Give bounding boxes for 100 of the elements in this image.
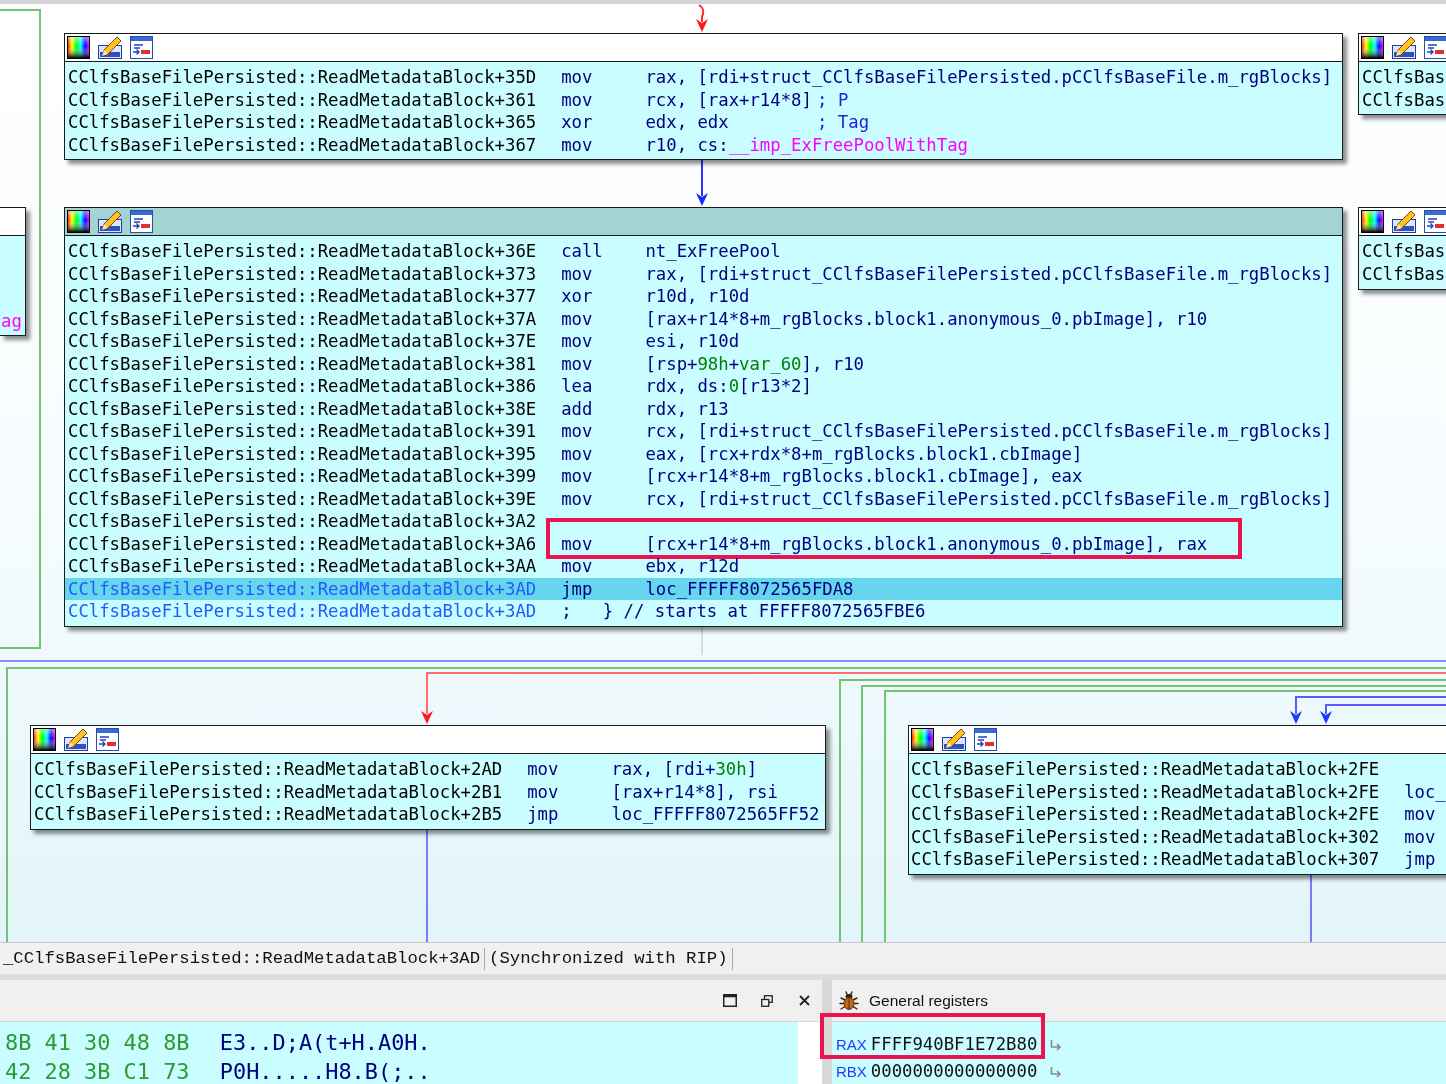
window-icon[interactable] [130, 36, 153, 59]
mnemonic-text: add [561, 398, 593, 419]
operand-text: eax, [rcx+rdx*8+m_rgBlocks.block1.cbImage] [645, 442, 1083, 465]
mnemonic-text: jmp [561, 578, 593, 599]
operand-text: esi, r10d [645, 330, 740, 353]
window-icon[interactable] [1424, 210, 1446, 233]
mnemonic-text: mov [1404, 826, 1436, 847]
register-name: RBX [836, 1061, 867, 1082]
palette-icon[interactable] [67, 36, 90, 59]
palette-icon[interactable] [1361, 210, 1384, 233]
address-text: CClfsBaseFilePersisted::ReadMetadataBlock+36E [68, 241, 537, 261]
operand-text: ebx, r12d [645, 555, 740, 578]
operand-text: nt_ExFreePool [645, 240, 781, 263]
mnemonic-text: mov [561, 443, 593, 464]
register-name: RAX [836, 1034, 867, 1055]
restore-icon [761, 994, 773, 1007]
address-text: CClfsBaseFilePersisted::ReadMetadataBlock+39E [68, 488, 537, 509]
mnemonic-text: xor [561, 112, 593, 132]
address-text: CClfsBaseFilePersisted::ReadMetadataBlock+307 [911, 849, 1380, 869]
maximize-icon [723, 994, 737, 1007]
address-text: CClfsBaseFilePersisted::ReadMetadataBlock+2AD [34, 759, 503, 779]
arrow-icon[interactable] [1049, 1038, 1063, 1052]
operand-text: loc_FFFFF8072565FF52 [611, 803, 820, 826]
mnemonic-text: mov [561, 67, 593, 87]
address-text: CClfsBas [1362, 66, 1446, 89]
mnemonic-text: lea [561, 376, 593, 396]
address-text: CClfsBaseFilePersisted::ReadMetadataBlock+395 [68, 443, 537, 464]
operand-text: rax, [rdi+30h] [611, 758, 758, 781]
operand-text: rcx, [rdi+struct_CClfsBaseFilePersisted.pCClfsBaseFile.m_rgBlocks] [645, 487, 1333, 510]
address-text: CClfsBaseFilePersisted::ReadMetadataBlock+373 [68, 263, 537, 284]
pencil-icon[interactable] [1392, 210, 1416, 233]
address-text: CClfsBaseFilePersisted::ReadMetadataBlock+35D [68, 67, 537, 87]
address-text: CClfsBaseFilePersisted::ReadMetadataBlock+386 [68, 376, 537, 396]
flow-arrow [696, 159, 708, 206]
window-icon[interactable] [1424, 36, 1446, 59]
operand-text: ag [1, 309, 22, 332]
palette-icon[interactable] [1361, 36, 1384, 59]
operand-text: rcx, [rax+r14*8] [645, 89, 812, 110]
panel-splitter[interactable] [822, 980, 832, 1084]
address-text: CClfsBaseFilePersisted::ReadMetadataBlock+3A6 [68, 533, 537, 554]
pencil-icon[interactable] [98, 36, 122, 59]
mnemonic-text: mov [561, 556, 593, 576]
mnemonic-text: mov [561, 466, 593, 486]
address-text: CClfsBaseFilePersisted::ReadMetadataBlock+2B1 [34, 781, 503, 802]
pencil-icon[interactable] [942, 728, 966, 751]
bug-icon [838, 989, 860, 1012]
operand-text: [rcx+r14*8+m_rgBlocks.block1.anonymous_0.pbImage], rax [645, 532, 1208, 555]
address-text: CClfsBaseFilePersisted::ReadMetadataBlock+399 [68, 466, 537, 486]
window-icon[interactable] [130, 210, 153, 233]
address-text: CClfsBaseFilePersisted::ReadMetadataBlock+377 [68, 286, 537, 306]
flow-arrow [696, 4, 708, 32]
mnemonic-text: mov [561, 421, 593, 441]
mnemonic-text: mov [527, 759, 559, 779]
operand-text: rdx, ds:0[r13*2] [645, 375, 812, 398]
address-text: CClfsBas [1362, 240, 1446, 263]
mnemonic-text: mov [1404, 804, 1436, 824]
pencil-icon[interactable] [1392, 36, 1416, 59]
location-text: _CClfsBaseFilePersisted::ReadMetadataBlock+3AD [3, 947, 481, 970]
mnemonic-text: mov [561, 353, 593, 374]
address-text: CClfsBaseFilePersisted::ReadMetadataBlock+3A2 [68, 510, 537, 533]
operand-text: [rcx+r14*8+m_rgBlocks.block1.cbImage], eax [645, 465, 1083, 488]
pencil-icon[interactable] [64, 728, 88, 751]
address-text: CClfsBaseFilePersisted::ReadMetadataBlock+2FE [911, 804, 1380, 824]
operand-text: loc_FFFFF8072565FDA8 [645, 577, 854, 600]
ascii-text: P0H.....H8.B(;.. [219, 1060, 431, 1084]
pencil-icon[interactable] [98, 210, 122, 233]
operand-text: rcx, [rdi+struct_CClfsBaseFilePersisted.pCClfsBaseFile.m_rgBlocks] [645, 420, 1333, 443]
mnemonic-text: mov [561, 308, 593, 329]
address-text: CClfsBaseFilePersisted::ReadMetadataBlock+367 [68, 134, 537, 155]
operand-text: [rax+r14*8], rsi [611, 780, 778, 803]
address-text: CClfsBaseFilePersisted::ReadMetadataBlock+37E [68, 331, 537, 351]
operand-text: rdx, r13 [645, 397, 729, 420]
register-value: 0000000000000000 [870, 1060, 1038, 1084]
sync-status-text: (Synchronized with RIP) [489, 947, 728, 970]
mnemonic-text: loc_ [1404, 781, 1446, 802]
window-icon[interactable] [96, 728, 119, 751]
address-text: CClfsBas [1362, 262, 1446, 285]
register-value: FFFF940BF1E72B80 [870, 1033, 1038, 1057]
mnemonic-text: call [561, 241, 603, 261]
mnemonic-text: xor [561, 286, 593, 306]
palette-icon[interactable] [911, 728, 934, 751]
address-text: CClfsBaseFilePersisted::ReadMetadataBlock+38E [68, 398, 537, 419]
operand-text: r10, cs:__imp_ExFreePoolWithTag [645, 133, 968, 156]
address-text: CClfsBaseFilePersisted::ReadMetadataBlock+3AD [68, 601, 537, 621]
address-text: CClfsBaseFilePersisted::ReadMetadataBlock+302 [911, 826, 1380, 847]
ascii-text: E3..D;A(t+H.A0H. [219, 1031, 431, 1055]
operand-text: rax, [rdi+struct_CClfsBaseFilePersisted.pCClfsBaseFile.m_rgBlocks] [645, 262, 1333, 285]
panel-title: General registers [869, 990, 988, 1011]
window-icon[interactable] [974, 728, 997, 751]
mnemonic-text: jmp [1404, 849, 1436, 869]
address-text: CClfsBaseFilePersisted::ReadMetadataBlock+361 [68, 89, 537, 110]
comment-text: ; P [817, 88, 849, 111]
address-text: CClfsBaseFilePersisted::ReadMetadataBlock+3AA [68, 556, 537, 576]
palette-icon[interactable] [33, 728, 56, 751]
mnemonic-text: mov [561, 263, 593, 284]
mnemonic-text: mov [561, 488, 593, 509]
mnemonic-text: jmp [527, 804, 559, 824]
palette-icon[interactable] [67, 210, 90, 233]
comment-text: ; Tag [817, 111, 870, 134]
arrow-icon[interactable] [1049, 1065, 1063, 1079]
